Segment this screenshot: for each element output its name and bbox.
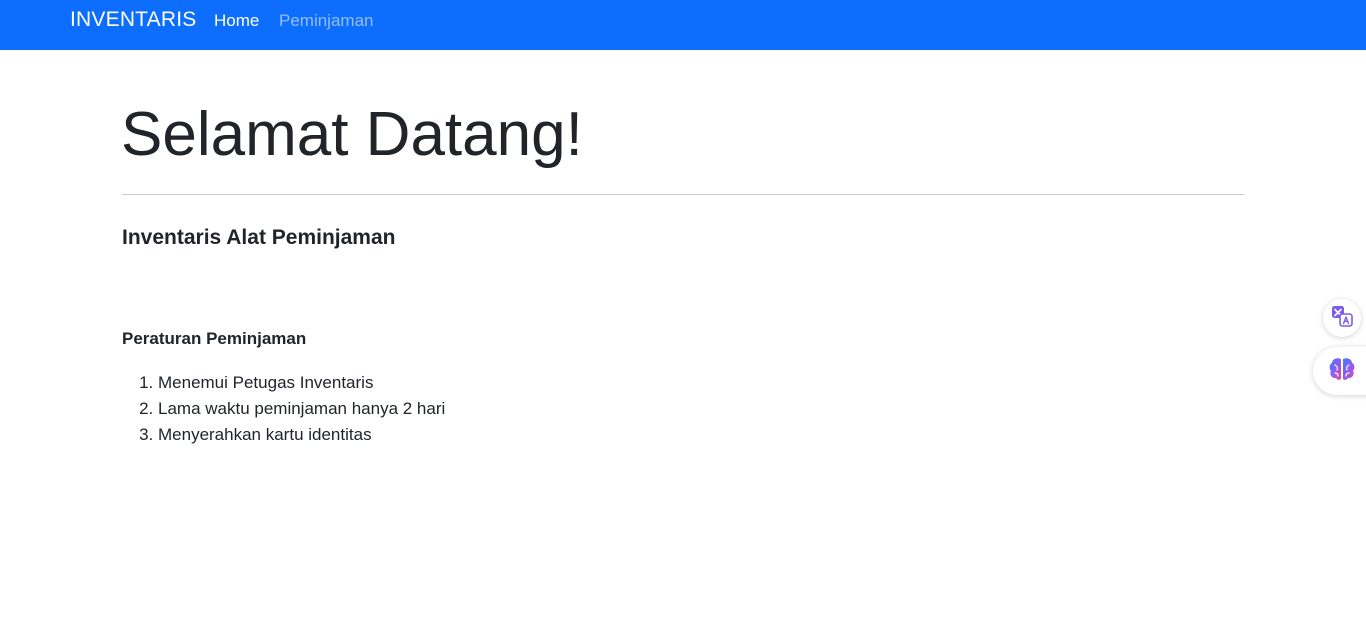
translate-icon [1331,305,1353,332]
ai-assistant-button[interactable] [1313,347,1366,395]
translate-button[interactable] [1323,299,1361,337]
page-subtitle: Inventaris Alat Peminjaman [122,226,396,249]
nav-link-home[interactable]: Home [214,11,259,31]
rule-item: Lama waktu peminjaman hanya 2 hari [158,396,445,422]
navbar: INVENTARIS Home Peminjaman [0,0,1366,50]
page-title: Selamat Datang! [121,100,583,169]
rule-item: Menyerahkan kartu identitas [158,422,445,448]
rules-title: Peraturan Peminjaman [122,329,307,348]
nav-link-peminjaman[interactable]: Peminjaman [279,11,374,31]
brain-icon [1328,356,1356,387]
rule-item: Menemui Petugas Inventaris [158,370,445,396]
navbar-brand[interactable]: INVENTARIS [70,8,196,32]
rules-list: Menemui Petugas Inventaris Lama waktu pe… [122,370,445,448]
divider [122,194,1244,195]
